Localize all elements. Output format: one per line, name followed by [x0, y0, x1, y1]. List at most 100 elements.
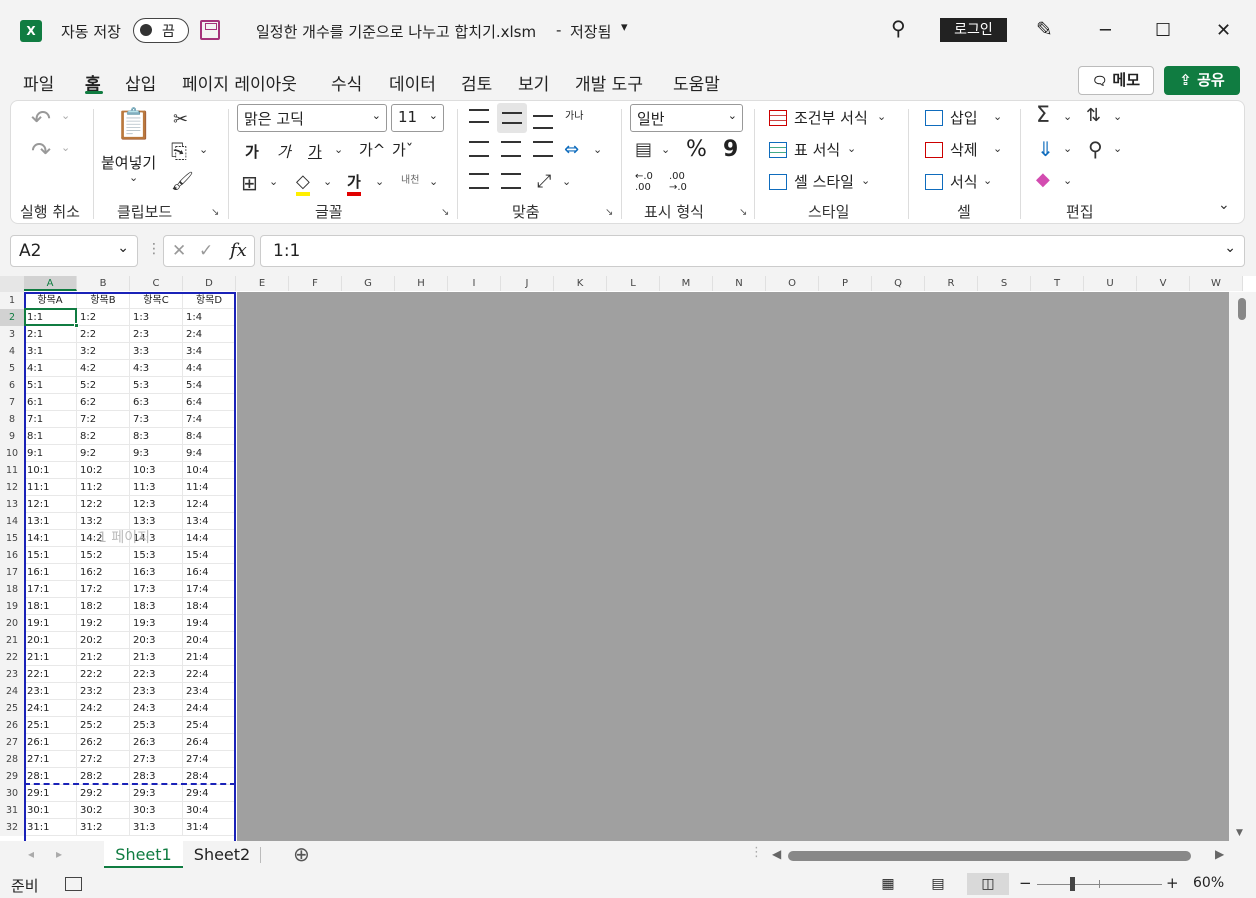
data-cell[interactable]: 9:4 — [183, 445, 236, 462]
row-header[interactable]: 16 — [0, 547, 24, 564]
copy-caret-icon[interactable]: ⌄ — [199, 143, 208, 156]
tab-help[interactable]: 도움말 — [673, 70, 720, 95]
row-header[interactable]: 15 — [0, 530, 24, 547]
data-cell[interactable]: 13:1 — [24, 513, 77, 530]
close-icon[interactable]: ✕ — [1216, 20, 1231, 41]
cell-style-caret-icon[interactable]: ⌄ — [861, 174, 870, 187]
data-cell[interactable]: 7:4 — [183, 411, 236, 428]
border-icon[interactable]: ⊞ — [241, 171, 258, 195]
data-cell[interactable]: 29:3 — [130, 785, 183, 802]
sheet-tab-sheet2[interactable]: Sheet2 — [187, 841, 257, 868]
data-cell[interactable]: 29:4 — [183, 785, 236, 802]
phonetic-icon[interactable]: 내천 — [401, 171, 419, 186]
row-header[interactable]: 19 — [0, 598, 24, 615]
data-cell[interactable]: 17:4 — [183, 581, 236, 598]
data-cell[interactable]: 5:1 — [24, 377, 77, 394]
row-header[interactable]: 4 — [0, 343, 24, 360]
data-cell[interactable]: 9:1 — [24, 445, 77, 462]
data-cell[interactable]: 22:1 — [24, 666, 77, 683]
data-cell[interactable]: 26:1 — [24, 734, 77, 751]
orientation-icon[interactable]: ⤢ — [537, 171, 551, 192]
row-header[interactable]: 21 — [0, 632, 24, 649]
clipboard-launcher-icon[interactable]: ↘ — [211, 207, 219, 218]
data-cell[interactable]: 20:4 — [183, 632, 236, 649]
orientation-caret-icon[interactable]: ⌄ — [562, 175, 571, 188]
row-header[interactable]: 22 — [0, 649, 24, 666]
data-cell[interactable]: 2:2 — [77, 326, 130, 343]
data-cell[interactable]: 2:4 — [183, 326, 236, 343]
horizontal-scroll-thumb[interactable] — [788, 851, 1191, 861]
autosum-icon[interactable]: Σ — [1036, 103, 1050, 128]
data-cell[interactable]: 15:2 — [77, 547, 130, 564]
align-middle-button[interactable] — [497, 103, 527, 133]
data-cell[interactable]: 24:2 — [77, 700, 130, 717]
column-header-m[interactable]: M — [660, 276, 713, 291]
fill-down-icon[interactable]: ⇓ — [1037, 137, 1054, 161]
column-header-u[interactable]: U — [1084, 276, 1137, 291]
data-cell[interactable]: 8:4 — [183, 428, 236, 445]
data-cell[interactable]: 4:4 — [183, 360, 236, 377]
column-header-v[interactable]: V — [1137, 276, 1190, 291]
worksheet-grid[interactable]: ABCDEFGHIJKLMNOPQRSTUVW 1 항목A 항목B 항목C 항목D 2 1:… — [0, 276, 1256, 841]
select-all-corner[interactable] — [0, 276, 24, 292]
data-cell[interactable]: 21:1 — [24, 649, 77, 666]
zoom-slider-thumb[interactable] — [1070, 877, 1075, 891]
data-cell[interactable]: 18:1 — [24, 598, 77, 615]
alignment-launcher-icon[interactable]: ↘ — [605, 207, 613, 218]
comma-button[interactable]: 9 — [723, 137, 738, 162]
data-cell[interactable]: 24:4 — [183, 700, 236, 717]
row-header[interactable]: 26 — [0, 717, 24, 734]
row-header[interactable]: 8 — [0, 411, 24, 428]
data-cell[interactable]: 16:4 — [183, 564, 236, 581]
copy-icon[interactable]: ⎘ — [171, 139, 187, 163]
data-cell[interactable]: 2:1 — [24, 326, 77, 343]
align-top-icon[interactable] — [469, 109, 489, 123]
row-header[interactable]: 24 — [0, 683, 24, 700]
row-header[interactable]: 27 — [0, 734, 24, 751]
data-cell[interactable]: 22:4 — [183, 666, 236, 683]
tab-file[interactable]: 파일 — [23, 70, 54, 95]
column-header-j[interactable]: J — [501, 276, 554, 291]
column-header-e[interactable]: E — [236, 276, 289, 291]
row-header[interactable]: 29 — [0, 768, 24, 785]
scroll-down-icon[interactable]: ▼ — [1236, 828, 1243, 838]
data-cell[interactable]: 4:3 — [130, 360, 183, 377]
fill-caret-icon[interactable]: ⌄ — [1063, 142, 1072, 155]
data-cell[interactable]: 25:2 — [77, 717, 130, 734]
column-header-i[interactable]: I — [448, 276, 501, 291]
data-cell[interactable]: 18:3 — [130, 598, 183, 615]
formula-input[interactable]: 1:1 ⌄ — [260, 235, 1245, 267]
data-cell[interactable]: 12:4 — [183, 496, 236, 513]
data-cell[interactable]: 10:2 — [77, 462, 130, 479]
data-cell[interactable]: 15:3 — [130, 547, 183, 564]
share-button[interactable]: ⇪ 공유 — [1164, 66, 1240, 95]
italic-button[interactable]: 가 — [277, 141, 291, 162]
vertical-scroll-thumb[interactable] — [1238, 298, 1246, 320]
save-icon[interactable] — [200, 20, 220, 40]
pen-icon[interactable]: ✎ — [1036, 17, 1053, 41]
autosum-caret-icon[interactable]: ⌄ — [1063, 110, 1072, 123]
row-header[interactable]: 3 — [0, 326, 24, 343]
data-cell[interactable]: 20:2 — [77, 632, 130, 649]
data-cell[interactable]: 1:4 — [183, 309, 236, 326]
column-header-g[interactable]: G — [342, 276, 395, 291]
data-cell[interactable]: 30:1 — [24, 802, 77, 819]
autosave-toggle[interactable]: 끔 — [133, 18, 189, 43]
data-cell[interactable]: 5:3 — [130, 377, 183, 394]
row-header[interactable]: 7 — [0, 394, 24, 411]
data-cell[interactable]: 31:4 — [183, 819, 236, 836]
insert-cells-button[interactable]: 삽입 — [950, 107, 978, 128]
data-cell[interactable]: 11:1 — [24, 479, 77, 496]
data-cell[interactable]: 16:2 — [77, 564, 130, 581]
fill-handle[interactable] — [74, 323, 79, 328]
data-cell[interactable]: 31:1 — [24, 819, 77, 836]
align-right-icon[interactable] — [533, 141, 553, 157]
normal-view-icon[interactable]: ▦ — [873, 873, 903, 895]
column-header-q[interactable]: Q — [872, 276, 925, 291]
data-cell[interactable]: 2:3 — [130, 326, 183, 343]
row-header[interactable]: 6 — [0, 377, 24, 394]
data-cell[interactable]: 9:3 — [130, 445, 183, 462]
data-cell[interactable]: 17:1 — [24, 581, 77, 598]
increase-decimal-icon[interactable]: ←.0 .00 — [635, 171, 661, 193]
data-cell[interactable]: 25:1 — [24, 717, 77, 734]
